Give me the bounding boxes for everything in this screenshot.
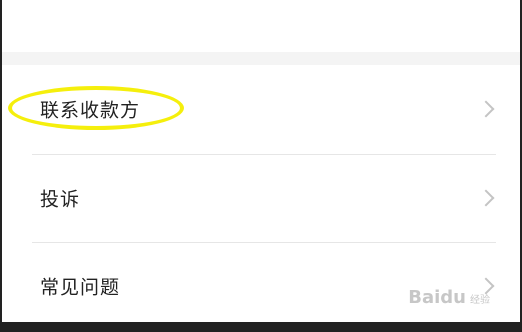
- watermark-text: Baidu: [408, 287, 466, 308]
- watermark-logo: Baidu 经验: [408, 287, 490, 308]
- chevron-right-icon: [477, 189, 495, 207]
- menu-item-label: 常见问题: [40, 276, 121, 299]
- chevron-right-icon: [477, 100, 495, 118]
- menu-item-faq[interactable]: 常见问题: [2, 242, 520, 322]
- menu-item-complaint[interactable]: 投诉: [2, 154, 520, 242]
- section-gap: [2, 52, 520, 65]
- menu-item-contact-payee[interactable]: 联系收款方: [2, 65, 520, 153]
- menu-item-label: 投诉: [40, 188, 81, 211]
- watermark-subtext: 经验: [470, 295, 490, 306]
- top-blank-area: [2, 0, 520, 52]
- screen: 联系收款方 投诉 常见问题 Baidu 经验: [2, 0, 520, 322]
- menu-item-label: 联系收款方: [40, 99, 141, 122]
